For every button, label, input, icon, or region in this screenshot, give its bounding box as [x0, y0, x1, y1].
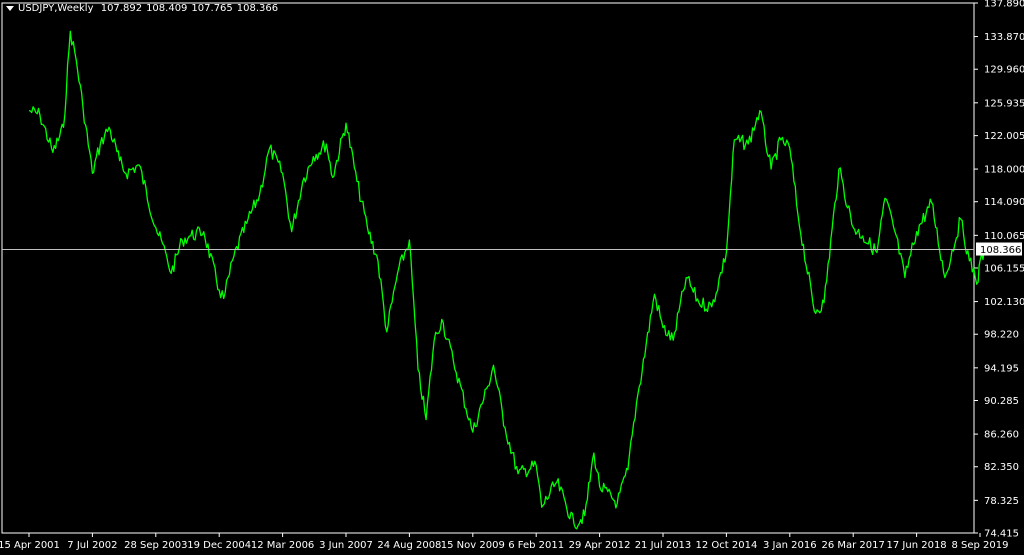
- current-price-label: 108.366: [980, 245, 1021, 256]
- y-tick-label: 90.285: [984, 396, 1019, 407]
- x-tick-label: 12 Mar 2006: [251, 540, 314, 551]
- y-tick-label: 94.195: [984, 363, 1019, 374]
- y-tick-label: 106.155: [984, 263, 1024, 274]
- close-value: 108.366: [236, 3, 279, 14]
- y-tick-label: 122.005: [984, 131, 1024, 142]
- y-tick-label: 86.260: [984, 430, 1019, 441]
- y-tick-label: 137.890: [984, 0, 1024, 10]
- x-tick-label: 7 Jul 2002: [67, 540, 117, 551]
- x-tick-label: 19 Dec 2004: [187, 540, 251, 551]
- x-tick-label: 21 Jul 2013: [635, 540, 692, 551]
- y-tick-label: 110.065: [984, 231, 1024, 242]
- y-tick-label: 125.935: [984, 98, 1024, 109]
- x-tick-label: 17 Jun 2018: [887, 540, 947, 551]
- y-tick-label: 74.415: [984, 529, 1019, 540]
- y-tick-label: 129.960: [984, 65, 1024, 76]
- x-tick-label: 3 Jun 2007: [319, 540, 373, 551]
- y-tick-label: 114.090: [984, 197, 1024, 208]
- x-tick-label: 26 Mar 2017: [821, 540, 884, 551]
- chart-title-bar: USDJPY,Weekly 107.892 108.409 107.765 108.3…: [6, 3, 282, 14]
- y-tick-label: 98.220: [984, 330, 1019, 341]
- y-tick-label: 82.350: [984, 462, 1019, 473]
- symbol-label: USDJPY,Weekly: [18, 3, 94, 14]
- y-tick-label: 102.130: [984, 297, 1024, 308]
- x-tick-label: 24 Aug 2008: [377, 540, 441, 551]
- price-chart[interactable]: 137.890 133.870 129.960 125.935 122.005 118.0…: [0, 0, 1024, 555]
- low-value: 107.765: [191, 3, 233, 14]
- x-tick-label: 3 Jan 2016: [763, 540, 817, 551]
- y-tick-label: 78.325: [984, 496, 1019, 507]
- price-series-line: [28, 30, 987, 530]
- open-value: 107.892: [100, 3, 143, 14]
- y-tick-label: 133.870: [984, 32, 1024, 43]
- y-tick-label: 118.000: [984, 165, 1024, 176]
- x-tick-label: 6 Feb 2011: [508, 540, 564, 551]
- x-tick-label: 29 Apr 2012: [569, 540, 631, 551]
- x-tick-label: 12 Oct 2014: [695, 540, 757, 551]
- dropdown-triangle-icon[interactable]: [6, 5, 14, 11]
- x-tick-label: 15 Nov 2009: [441, 540, 505, 551]
- x-tick-label: 15 Apr 2001: [0, 540, 60, 551]
- high-value: 108.409: [146, 3, 188, 14]
- x-tick-label: 8 Sep 2019: [951, 540, 1008, 551]
- x-tick-label: 28 Sep 2003: [124, 540, 187, 551]
